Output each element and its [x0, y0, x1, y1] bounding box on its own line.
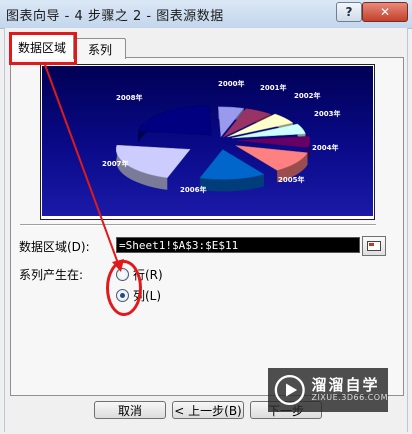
pie-slice-label: 2007年 [102, 159, 128, 168]
pie-slice-label: 2006年 [180, 185, 206, 194]
pie-slice-label: 2002年 [294, 91, 320, 100]
help-button[interactable]: ? [336, 2, 362, 22]
close-button[interactable]: ✕ [362, 2, 408, 22]
pie-slice-label: 2005年 [278, 175, 304, 184]
data-range-input[interactable]: =Sheet1!$A$3:$E$11 [116, 237, 360, 253]
watermark-name: 溜溜自学 [311, 376, 380, 395]
separator-line [20, 224, 376, 226]
pie-slice-label: 2001年 [260, 83, 286, 92]
chart-preview: 2000年 2001年 2002年 2003年 2004年 2005年 2006年 2007年… [40, 64, 375, 220]
series-in-label: 系列产生在: [19, 268, 84, 282]
tab-series[interactable]: 系列 [74, 38, 126, 59]
chart-background [42, 66, 373, 216]
radio-columns[interactable]: 列(L) [116, 287, 161, 304]
tab-data-range[interactable]: 数据区域 [10, 34, 74, 59]
radio-columns-label: 列(L) [133, 289, 162, 303]
watermark-logo: 溜溜自学 ZIXUE.3D66.COM [268, 368, 388, 412]
pie-slice-label: 2003年 [314, 109, 340, 118]
title-bar: 图表向导 - 4 步骤之 2 - 图表源数据 ? ✕ [0, 0, 412, 29]
radio-rows-label: 行(R) [133, 268, 163, 282]
cancel-button[interactable]: 取消 [94, 401, 166, 419]
radio-rows[interactable]: 行(R) [116, 266, 163, 283]
pie-slice-label: 2004年 [312, 143, 338, 152]
pie-chart: 2000年 2001年 2002年 2003年 2004年 2005年 2006年 2007年… [42, 66, 373, 216]
radio-rows-circle[interactable] [116, 268, 129, 281]
play-logo-icon [274, 374, 305, 406]
window-title: 图表向导 - 4 步骤之 2 - 图表源数据 [6, 9, 224, 24]
pie-slice-label: 2000年 [218, 79, 244, 88]
back-button[interactable]: < 上一步(B) [172, 401, 244, 419]
data-range-label: 数据区域(D): [19, 240, 90, 254]
collapse-dialog-button[interactable] [362, 236, 386, 256]
watermark-url: ZIXUE.3D66.COM [311, 392, 388, 402]
pie-slice-label: 2008年 [116, 93, 142, 102]
radio-columns-circle[interactable] [116, 289, 129, 302]
collapse-icon [367, 241, 381, 251]
